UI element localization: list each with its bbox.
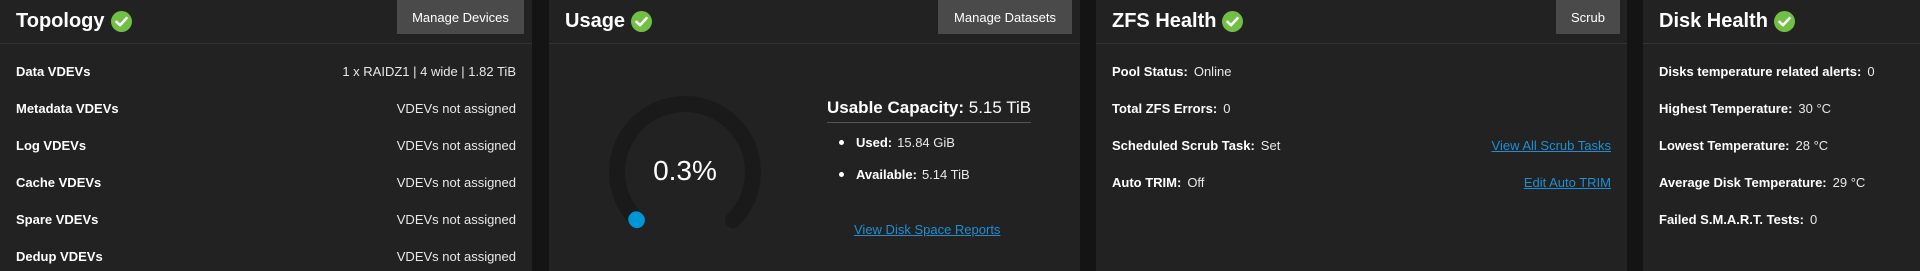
topology-card: Topology Manage Devices Data VDEVs 1 x R…: [0, 0, 532, 271]
row-label: Spare VDEVs: [16, 211, 99, 227]
row-label: Dedup VDEVs: [16, 248, 103, 264]
disk-health-card: Disk Health Disks temperature related al…: [1643, 0, 1920, 271]
row-value: 0: [1867, 63, 1875, 79]
row-value: VDEVs not assigned: [396, 100, 516, 116]
zfs-row: Total ZFS Errors: 0: [1112, 98, 1611, 118]
row-value: 28 °C: [1795, 137, 1829, 153]
zfs-health-card: ZFS Health Scrub Pool Status: Online Tot…: [1096, 0, 1627, 271]
view-all-scrub-tasks-link[interactable]: View All Scrub Tasks: [1492, 138, 1611, 153]
row-label: Auto TRIM:: [1112, 174, 1182, 190]
row-label: Scheduled Scrub Task:: [1112, 137, 1255, 153]
usage-percent: 0.3%: [653, 155, 717, 186]
disk-row: Failed S.M.A.R.T. Tests: 0: [1659, 209, 1904, 229]
manage-datasets-button[interactable]: Manage Datasets: [938, 0, 1072, 34]
row-value: 1 x RAIDZ1 | 4 wide | 1.82 TiB: [342, 63, 516, 79]
available-value: 5.14 TiB: [921, 167, 970, 182]
topology-row: Metadata VDEVs VDEVs not assigned: [16, 98, 516, 118]
scrub-button[interactable]: Scrub: [1556, 0, 1620, 34]
capacity-label: Usable Capacity:: [827, 98, 964, 117]
row-label: Failed S.M.A.R.T. Tests:: [1659, 211, 1804, 227]
used-label: Used:: [856, 135, 893, 150]
row-label: Cache VDEVs: [16, 174, 102, 190]
row-label: Pool Status:: [1112, 63, 1188, 79]
view-disk-space-reports-link[interactable]: View Disk Space Reports: [854, 222, 1000, 237]
row-value: Set: [1260, 137, 1281, 153]
usage-title: Usage: [565, 10, 626, 32]
row-value: VDEVs not assigned: [396, 211, 516, 227]
row-label: Disks temperature related alerts:: [1659, 63, 1862, 79]
zfs-health-header: ZFS Health Scrub: [1096, 0, 1627, 44]
zfs-health-title: ZFS Health: [1112, 10, 1217, 32]
bullet-dot: [839, 172, 844, 177]
row-label: Log VDEVs: [16, 137, 87, 153]
row-value: VDEVs not assigned: [396, 174, 516, 190]
usage-header: Usage Manage Datasets: [549, 0, 1080, 44]
zfs-row: Auto TRIM: Off Edit Auto TRIM: [1112, 172, 1611, 192]
used-value: 15.84 GiB: [897, 135, 955, 150]
row-value: Online: [1193, 63, 1232, 79]
topology-header: Topology Manage Devices: [0, 0, 532, 44]
row-value: VDEVs not assigned: [396, 248, 516, 264]
zfs-row: Pool Status: Online: [1112, 61, 1611, 81]
row-value: VDEVs not assigned: [396, 137, 516, 153]
zfs-row: Scheduled Scrub Task: Set View All Scrub…: [1112, 135, 1611, 155]
row-value: 29 °C: [1832, 174, 1866, 190]
row-label: Average Disk Temperature:: [1659, 174, 1827, 190]
topology-row: Log VDEVs VDEVs not assigned: [16, 135, 516, 155]
check-circle-icon: [1222, 11, 1244, 32]
bullet-dot: [839, 140, 844, 145]
disk-row: Average Disk Temperature: 29 °C: [1659, 172, 1904, 192]
row-label: Total ZFS Errors:: [1112, 100, 1218, 116]
disk-health-title: Disk Health: [1659, 10, 1768, 32]
row-label: Data VDEVs: [16, 63, 91, 79]
check-circle-icon: [631, 11, 653, 32]
row-label: Metadata VDEVs: [16, 100, 119, 116]
available-label: Available:: [856, 167, 917, 182]
check-circle-icon: [110, 11, 132, 32]
disk-row: Disks temperature related alerts: 0: [1659, 61, 1904, 81]
disk-health-header: Disk Health: [1643, 0, 1920, 44]
row-label: Highest Temperature:: [1659, 100, 1793, 116]
manage-devices-button[interactable]: Manage Devices: [397, 0, 524, 34]
topology-title: Topology: [16, 10, 105, 32]
row-label: Lowest Temperature:: [1659, 137, 1790, 153]
capacity-value: 5.15 TiB: [968, 98, 1032, 117]
row-value: 0: [1809, 211, 1818, 227]
available-item: Available: 5.14 TiB: [839, 167, 970, 182]
topology-row: Dedup VDEVs VDEVs not assigned: [16, 246, 516, 266]
topology-row: Data VDEVs 1 x RAIDZ1 | 4 wide | 1.82 Ti…: [16, 61, 516, 81]
row-value: 30 °C: [1798, 100, 1832, 116]
disk-row: Lowest Temperature: 28 °C: [1659, 135, 1904, 155]
gauge-fill: [628, 211, 645, 229]
disk-row: Highest Temperature: 30 °C: [1659, 98, 1904, 118]
usage-card: Usage Manage Datasets 0.3% Usable Capaci…: [549, 0, 1080, 271]
used-item: Used: 15.84 GiB: [839, 135, 955, 150]
edit-auto-trim-link[interactable]: Edit Auto TRIM: [1524, 175, 1611, 190]
topology-row: Spare VDEVs VDEVs not assigned: [16, 209, 516, 229]
row-value: 0: [1223, 100, 1231, 116]
check-circle-icon: [1773, 11, 1795, 32]
row-value: Off: [1187, 174, 1205, 190]
usable-capacity: Usable Capacity: 5.15 TiB: [827, 98, 1032, 123]
topology-row: Cache VDEVs VDEVs not assigned: [16, 172, 516, 192]
